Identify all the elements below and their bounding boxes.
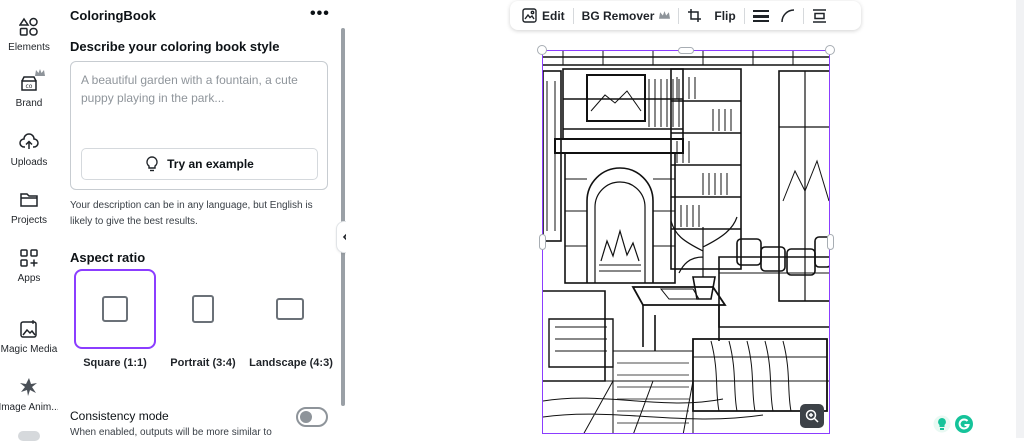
resize-handle-top[interactable] — [678, 47, 694, 54]
rail-item-apps[interactable]: Apps — [0, 248, 58, 284]
flip-button[interactable]: Flip — [708, 1, 741, 30]
rail-label-projects: Projects — [10, 215, 48, 226]
line-weight-icon — [752, 9, 769, 22]
toolbar-divider — [802, 7, 804, 24]
crop-icon — [688, 9, 702, 22]
rail-label-uploads: Uploads — [10, 157, 48, 168]
flip-label: Flip — [714, 8, 736, 23]
consistency-mode-toggle[interactable] — [296, 407, 328, 427]
elements-icon — [19, 17, 38, 36]
crown-icon — [659, 11, 671, 19]
rail-item-magic-media[interactable]: Magic Media — [0, 319, 58, 355]
rail-item-image-animate[interactable]: Image Anim... — [0, 377, 60, 413]
aspect-ratio-label: Aspect ratio — [70, 250, 146, 265]
description-textarea[interactable]: A beautiful garden with a fountain, a cu… — [70, 61, 328, 190]
rail-item-uploads[interactable]: Uploads — [0, 132, 58, 168]
try-example-label: Try an example — [167, 157, 254, 171]
grammarly-icon[interactable] — [955, 415, 973, 433]
rail-label-brand: Brand — [15, 98, 43, 109]
corner-rounding-icon — [780, 8, 794, 22]
assistant-bulb-icon[interactable] — [933, 415, 951, 433]
image-toolbar: Edit BG Remover Flip — [510, 1, 861, 30]
rail-label-magic-media: Magic Media — [0, 344, 58, 355]
rail-label-apps: Apps — [17, 273, 41, 284]
describe-label: Describe your coloring book style — [70, 39, 280, 54]
description-placeholder: A beautiful garden with a fountain, a cu… — [81, 73, 298, 105]
cloud-upload-icon — [19, 133, 39, 149]
ratio-square-option[interactable] — [74, 269, 156, 349]
edit-label: Edit — [542, 8, 565, 23]
bg-remover-label: BG Remover — [581, 8, 655, 23]
bg-remover-button[interactable]: BG Remover — [576, 1, 677, 30]
consistency-mode-desc: When enabled, outputs will be more simil… — [70, 427, 272, 438]
ratio-portrait-option[interactable] — [162, 269, 244, 349]
right-edge-scroll-strip — [1016, 0, 1024, 438]
ratio-square-label: Square (1:1) — [83, 357, 147, 369]
consistency-mode-label: Consistency mode — [70, 409, 169, 423]
zoom-in-icon — [805, 409, 819, 423]
crown-icon — [35, 69, 45, 76]
language-hint: Your description can be in any language,… — [70, 200, 313, 227]
rail-label-elements: Elements — [8, 42, 50, 53]
ratio-landscape-label: Landscape (4:3) — [249, 357, 333, 369]
apps-grid-icon — [20, 249, 38, 267]
folder-icon — [20, 193, 38, 207]
resize-handle-left[interactable] — [539, 234, 546, 250]
toolbar-divider — [572, 7, 574, 24]
resize-handle-top-right[interactable] — [825, 45, 835, 55]
zoom-image-button[interactable] — [800, 404, 824, 428]
toolbar-divider — [678, 7, 680, 24]
landscape-shape-icon — [276, 298, 304, 320]
coloring-page-artboard[interactable] — [542, 50, 830, 434]
coloringbook-panel: ColoringBook ••• Describe your coloring … — [58, 0, 346, 438]
extension-widgets — [930, 412, 976, 436]
toolbar-divider — [743, 7, 745, 24]
rail-item-elements[interactable]: Elements — [0, 17, 58, 53]
rail-more-indicator — [18, 431, 40, 441]
ratio-portrait-label: Portrait (3:4) — [170, 357, 236, 369]
ratio-landscape-option[interactable] — [249, 269, 331, 349]
edit-button[interactable]: Edit — [516, 1, 571, 30]
border-style-button[interactable] — [747, 1, 775, 30]
svg-text:co: co — [26, 83, 33, 90]
magic-media-icon — [20, 320, 37, 338]
resize-handle-right[interactable] — [827, 234, 834, 250]
try-example-button[interactable]: Try an example — [81, 148, 318, 180]
resize-handle-top-left[interactable] — [537, 45, 547, 55]
corner-rounding-button[interactable] — [775, 1, 801, 30]
lightbulb-icon — [146, 156, 158, 172]
position-button[interactable] — [806, 1, 833, 30]
image-animate-icon — [20, 378, 37, 396]
square-shape-icon — [102, 296, 128, 322]
canvas-area: Edit BG Remover Flip — [346, 0, 1024, 438]
position-icon — [812, 8, 826, 23]
more-options-button[interactable]: ••• — [310, 5, 330, 23]
rail-item-projects[interactable]: Projects — [0, 190, 58, 226]
panel-scrollbar[interactable] — [341, 28, 345, 406]
coloring-page-image — [543, 51, 829, 433]
crop-button[interactable] — [681, 1, 708, 30]
edit-image-icon — [522, 8, 537, 23]
left-rail: Elements co Brand Uploads Projects Apps … — [0, 0, 60, 441]
rail-item-brand[interactable]: co Brand — [0, 69, 58, 109]
rail-label-image-animate: Image Anim... — [0, 402, 60, 413]
panel-title: ColoringBook — [70, 8, 156, 23]
portrait-shape-icon — [192, 295, 214, 323]
